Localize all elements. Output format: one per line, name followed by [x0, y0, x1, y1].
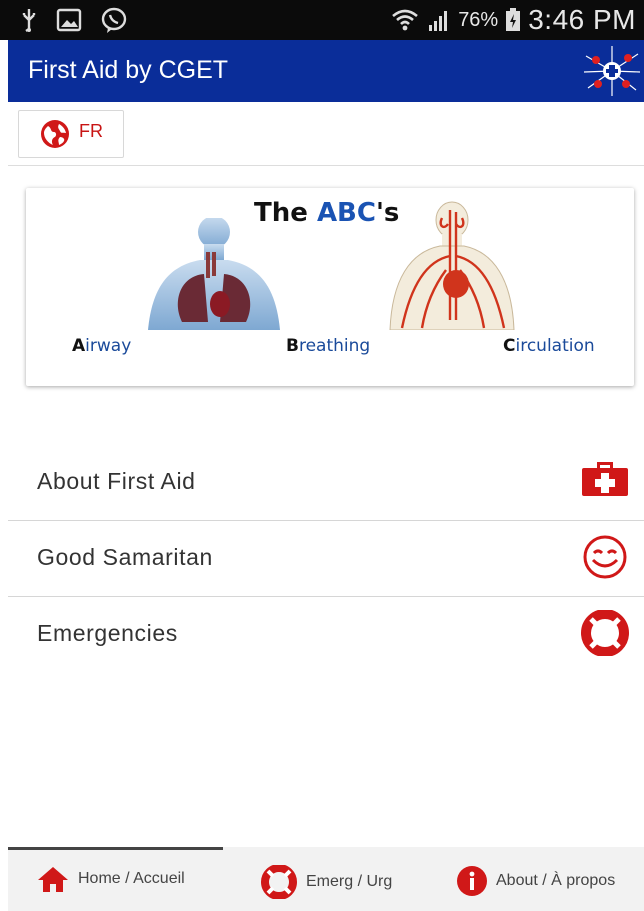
breathing-caption: Breathing	[286, 336, 370, 356]
airway-caption: Airway	[72, 336, 131, 356]
lifebuoy-icon	[261, 865, 297, 899]
circulation-rest: irculation	[515, 336, 595, 356]
nav-about[interactable]: About / À propos	[456, 865, 615, 897]
abc-title-highlight: ABC	[316, 198, 376, 228]
airway-initial: A	[72, 336, 86, 356]
home-icon	[38, 867, 68, 892]
abc-banner: The ABC's Airway Breathing Circulation	[26, 188, 634, 386]
circulation-initial: C	[503, 336, 516, 356]
circulation-illustration	[389, 201, 515, 330]
language-bar: FR	[8, 102, 644, 166]
language-label: FR	[79, 120, 103, 141]
image-icon	[56, 8, 82, 32]
breathing-initial: B	[286, 336, 299, 356]
usb-icon	[22, 9, 36, 32]
menu-item-about-first-aid[interactable]: About First Aid	[8, 444, 644, 521]
language-toggle-button[interactable]: FR	[18, 110, 124, 158]
status-right: 76% 3:46 PM	[390, 4, 636, 36]
globe-icon	[41, 120, 69, 148]
lifebuoy-icon	[581, 610, 629, 656]
breathing-rest: reathing	[298, 336, 371, 356]
airway-rest: irway	[85, 336, 132, 356]
battery-icon	[506, 8, 521, 31]
menu-item-good-samaritan[interactable]: Good Samaritan	[8, 520, 644, 597]
nav-emergencies[interactable]: Emerg / Urg	[260, 865, 392, 899]
circulation-caption: Circulation	[503, 336, 595, 356]
info-icon	[457, 866, 487, 896]
status-time: 3:46 PM	[528, 4, 636, 35]
cget-logo-icon	[584, 46, 640, 96]
battery-percent: 76%	[458, 8, 499, 31]
app-bar: First Aid by CGET	[8, 40, 644, 102]
nav-home[interactable]: Home / Accueil	[36, 865, 185, 893]
smiley-icon	[583, 535, 627, 579]
menu-item-emergencies[interactable]: Emergencies	[8, 596, 644, 672]
signal-icon	[429, 11, 448, 31]
nav-emergencies-label: Emerg / Urg	[306, 873, 393, 890]
menu-item-label: Good Samaritan	[37, 544, 213, 570]
nav-about-label: About / À propos	[496, 872, 616, 889]
app-title: First Aid by CGET	[28, 56, 229, 84]
status-left-icons	[20, 6, 128, 34]
bottom-navigation: Home / Accueil Emerg / Urg About / À pro…	[8, 847, 644, 911]
status-bar: 76% 3:46 PM	[0, 0, 644, 40]
active-tab-indicator	[8, 847, 223, 850]
lungs-illustration	[148, 218, 280, 330]
menu-item-label: About First Aid	[37, 468, 196, 494]
wifi-icon	[392, 9, 419, 31]
nav-home-label: Home / Accueil	[78, 870, 185, 887]
first-aid-kit-icon	[582, 462, 628, 496]
viber-icon	[101, 7, 127, 33]
menu-item-label: Emergencies	[37, 620, 178, 646]
